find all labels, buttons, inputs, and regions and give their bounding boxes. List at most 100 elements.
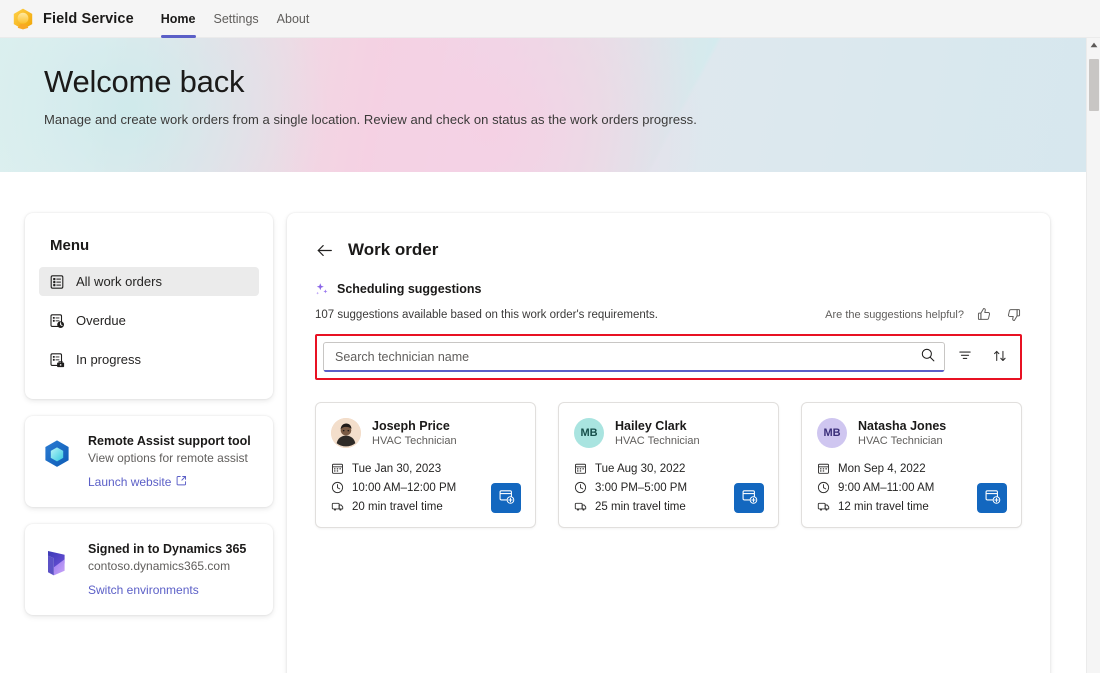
search-box[interactable]: [323, 342, 945, 372]
avatar: [331, 418, 361, 448]
suggestion-cards: Joseph Price HVAC Technician Tue Jan 30,…: [315, 402, 1022, 528]
clock-icon: [331, 481, 344, 494]
technician-card[interactable]: Joseph Price HVAC Technician Tue Jan 30,…: [315, 402, 536, 528]
sidebar: Menu All work orders Overdue In progress…: [25, 213, 273, 615]
nav-tab-home-label: Home: [160, 11, 196, 26]
clock-icon: [817, 481, 830, 494]
filter-icon: [957, 348, 973, 367]
search-highlight-region: [315, 334, 1022, 380]
scrollbar-thumb[interactable]: [1089, 59, 1099, 111]
document-clock-icon: [49, 313, 65, 329]
launch-website-label: Launch website: [88, 475, 172, 489]
panel-empty-space: [315, 528, 1022, 673]
book-technician-button[interactable]: [977, 483, 1007, 513]
thumbs-up-icon[interactable]: [976, 306, 993, 323]
technician-time: 3:00 PM–5:00 PM: [595, 481, 688, 494]
nav-tab-settings-label: Settings: [213, 11, 259, 26]
menu-card: Menu All work orders Overdue In progress: [25, 213, 273, 399]
sidebar-item-all-work-orders[interactable]: All work orders: [39, 267, 259, 296]
technician-date-row: Mon Sep 4, 2022: [817, 462, 1006, 475]
technician-time: 9:00 AM–11:00 AM: [838, 481, 935, 494]
book-add-icon: [498, 488, 515, 508]
vehicle-icon: [817, 500, 830, 513]
thumbs-down-icon[interactable]: [1005, 306, 1022, 323]
avatar: MB: [574, 418, 604, 448]
filter-button[interactable]: [950, 342, 980, 372]
dynamics-365-environment: contoso.dynamics365.com: [88, 559, 231, 573]
remote-assist-title: Remote Assist support tool: [88, 434, 251, 448]
book-technician-button[interactable]: [734, 483, 764, 513]
hexagon-logo-icon: [10, 6, 36, 32]
scrollbar-track[interactable]: [1087, 52, 1100, 659]
technician-date-row: Tue Aug 30, 2022: [574, 462, 763, 475]
scroll-up-arrow-icon[interactable]: [1087, 38, 1100, 52]
technician-name: Natasha Jones: [858, 419, 947, 433]
nav-tab-about[interactable]: About: [268, 0, 319, 38]
menu-heading: Menu: [50, 237, 90, 254]
avatar-initials: MB: [823, 427, 841, 439]
nav-tab-home[interactable]: Home: [152, 0, 205, 38]
sidebar-item-in-progress[interactable]: In progress: [39, 345, 259, 374]
technician-travel: 25 min travel time: [595, 500, 686, 513]
suggestions-count-description: 107 suggestions available based on this …: [315, 308, 658, 321]
brand-name: Field Service: [43, 10, 134, 27]
book-add-icon: [984, 488, 1001, 508]
avatar: MB: [817, 418, 847, 448]
technician-date: Tue Jan 30, 2023: [352, 462, 442, 475]
vehicle-icon: [574, 500, 587, 513]
calendar-icon: [331, 462, 344, 475]
page-scrollbar[interactable]: [1086, 38, 1100, 673]
calendar-icon: [574, 462, 587, 475]
dynamics-365-card[interactable]: Signed in to Dynamics 365 contoso.dynami…: [25, 524, 273, 615]
sort-button[interactable]: [985, 342, 1015, 372]
launch-website-link[interactable]: Launch website: [88, 475, 187, 489]
primary-nav: Home Settings About: [152, 0, 319, 38]
clock-icon: [574, 481, 587, 494]
scheduling-suggestions-title: Scheduling suggestions: [337, 282, 482, 296]
technician-role: HVAC Technician: [372, 435, 457, 447]
technician-date-row: Tue Jan 30, 2023: [331, 462, 520, 475]
sort-icon: [992, 348, 1008, 367]
calendar-icon: [817, 462, 830, 475]
scheduling-suggestions-header: Scheduling suggestions: [315, 282, 1022, 296]
sparkle-icon: [315, 282, 329, 296]
switch-environments-label: Switch environments: [88, 583, 199, 597]
panel-title: Work order: [348, 240, 439, 259]
search-icon[interactable]: [920, 347, 936, 368]
sidebar-item-label: All work orders: [76, 274, 162, 289]
nav-tab-about-label: About: [276, 11, 310, 26]
remote-assist-card[interactable]: Remote Assist support tool View options …: [25, 416, 273, 507]
book-technician-button[interactable]: [491, 483, 521, 513]
technician-name: Hailey Clark: [615, 419, 687, 433]
technician-date: Tue Aug 30, 2022: [595, 462, 686, 475]
feedback-label: Are the suggestions helpful?: [825, 308, 964, 321]
technician-travel: 12 min travel time: [838, 500, 929, 513]
remote-assist-hexagon-icon: [39, 437, 75, 473]
technician-time: 10:00 AM–12:00 PM: [352, 481, 457, 494]
nav-tab-settings[interactable]: Settings: [205, 0, 268, 38]
feedback-group: Are the suggestions helpful?: [825, 306, 1022, 323]
technician-card[interactable]: MB Hailey Clark HVAC Technician Tue Aug …: [558, 402, 779, 528]
page-subtitle: Manage and create work orders from a sin…: [44, 112, 697, 128]
technician-date: Mon Sep 4, 2022: [838, 462, 926, 475]
remote-assist-description: View options for remote assist: [88, 451, 248, 465]
technician-role: HVAC Technician: [615, 435, 700, 447]
back-arrow-icon[interactable]: [315, 241, 334, 260]
welcome-banner: Welcome back Manage and create work orde…: [0, 38, 1086, 172]
work-order-panel: Work order Scheduling suggestions 107 su…: [287, 213, 1050, 673]
dynamics-365-icon: [39, 545, 75, 581]
external-link-icon: [176, 475, 187, 489]
technician-card[interactable]: MB Natasha Jones HVAC Technician Mon Sep…: [801, 402, 1022, 528]
technician-travel: 20 min travel time: [352, 500, 443, 513]
page-scroll-area: Welcome back Manage and create work orde…: [0, 38, 1100, 673]
app-header: Field Service Home Settings About: [0, 0, 1100, 38]
list-document-icon: [49, 274, 65, 290]
technician-role: HVAC Technician: [858, 435, 943, 447]
page-title: Welcome back: [44, 64, 245, 99]
switch-environments-link[interactable]: Switch environments: [88, 583, 199, 597]
search-input[interactable]: [335, 350, 920, 364]
avatar-initials: MB: [580, 427, 598, 439]
sidebar-item-overdue[interactable]: Overdue: [39, 306, 259, 335]
technician-name: Joseph Price: [372, 419, 450, 433]
dynamics-365-title: Signed in to Dynamics 365: [88, 542, 247, 556]
